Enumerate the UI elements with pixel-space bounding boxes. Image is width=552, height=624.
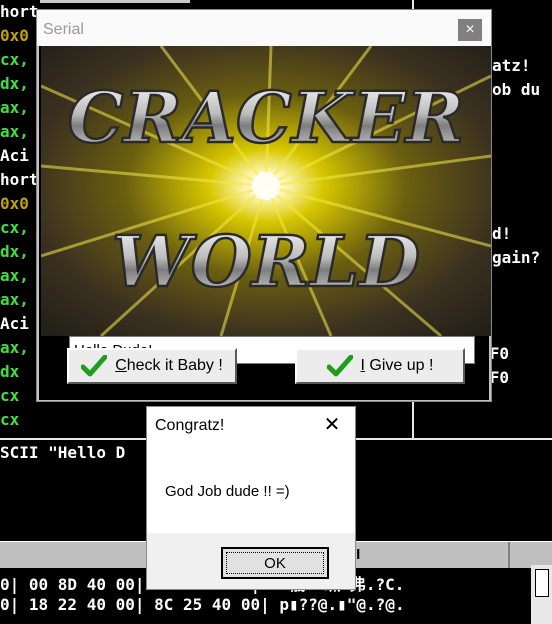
disassembly-line: hort: [0, 170, 39, 189]
serial-window: Serial × CRACKER WORLD Hello Dude! Check…: [36, 9, 492, 402]
congratz-dialog: Congratz! ✕ God Job dude !! =) OK: [146, 406, 356, 590]
disassembly-line: ax,: [0, 122, 29, 141]
disassembly-line: cx: [0, 386, 20, 405]
cracker-world-banner: CRACKER WORLD: [41, 46, 491, 336]
disassembly-line: ax,: [0, 338, 29, 357]
disassembly-line: cx,: [0, 218, 29, 237]
top-divider: [40, 0, 190, 3]
disassembly-line: hort: [0, 2, 39, 21]
disassembly-line: dx,: [0, 74, 29, 93]
disassembly-line: ax,: [0, 266, 29, 285]
serial-client-area: CRACKER WORLD Check it Baby ! I Give up …: [39, 46, 491, 400]
check-it-baby-button[interactable]: Check it Baby !: [67, 348, 237, 384]
check-button-label: Check it Baby !: [115, 357, 223, 374]
banner-title-line2: WORLD: [112, 220, 420, 303]
banner-title-line1: CRACKER: [68, 76, 464, 159]
register-line: ob du: [492, 80, 541, 99]
close-icon[interactable]: ✕: [319, 413, 345, 437]
disassembly-line: 0x0: [0, 194, 29, 213]
disassembly-line: Aci: [0, 146, 29, 165]
disassembly-line: dx: [0, 362, 20, 381]
checkmark-icon: [326, 355, 353, 377]
checkmark-icon: [81, 355, 108, 377]
give-up-button[interactable]: I Give up !: [295, 348, 465, 384]
disassembly-line: Aci: [0, 314, 29, 333]
dialog-footer: OK: [147, 533, 355, 589]
disassembly-line: dx,: [0, 242, 29, 261]
disassembly-line: cx,: [0, 50, 29, 69]
disassembly-line: 0x0: [0, 26, 29, 45]
focus-ring: [226, 552, 324, 574]
give-up-button-label: I Give up !: [360, 357, 434, 374]
disassembly-line: ax,: [0, 290, 29, 309]
serial-titlebar[interactable]: Serial ×: [37, 10, 491, 46]
scrollbar-thumb[interactable]: [535, 569, 549, 597]
disassembly-pane: hort 0x0 cx, dx, ax, ax, Aci hort 0x0 cx, dx, ax, ax…: [0, 0, 40, 440]
disassembly-line: cx: [0, 410, 20, 429]
hex-dump-row: 0| 18 22 40 00| 8C 25 40 00| p▮??@.▮"@.?…: [0, 595, 405, 614]
congratz-title: Congratz!: [155, 417, 225, 434]
register-line: d!: [492, 224, 512, 243]
dump-scrollbar[interactable]: [531, 565, 552, 624]
ascii-comment-line: SCII "Hello D: [0, 443, 126, 462]
register-line: gain?: [492, 248, 541, 267]
disassembly-line: ax,: [0, 98, 29, 117]
ok-button[interactable]: OK: [221, 547, 329, 579]
column-separator: [508, 542, 510, 568]
register-line: atz!: [492, 56, 531, 75]
congratz-message: God Job dude !! =): [165, 483, 290, 500]
serial-close-button[interactable]: ×: [458, 19, 482, 41]
serial-title: Serial: [43, 21, 84, 38]
